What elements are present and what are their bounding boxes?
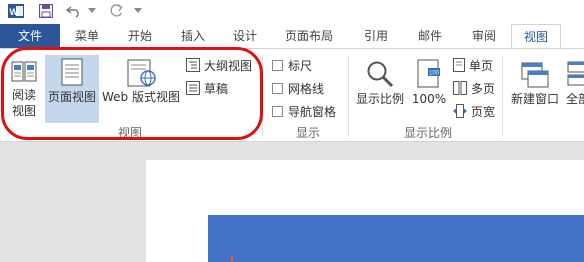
nav-pane-checkbox-box[interactable]	[272, 105, 283, 117]
tab-view[interactable]: 视图	[511, 24, 561, 48]
tab-file[interactable]: 文件	[0, 24, 60, 48]
zoom-group-label: 显示比例	[403, 126, 452, 140]
tab-insert[interactable]: 插入	[168, 24, 218, 48]
ruler-label: 标尺	[288, 58, 313, 73]
new-window-label: 新建窗口	[510, 92, 559, 106]
multi-page-label: 多页	[471, 81, 496, 96]
gridlines-label: 网格线	[288, 81, 325, 96]
new-window-icon	[508, 57, 562, 91]
chevron-down-icon[interactable]	[86, 2, 98, 20]
document-area[interactable]	[0, 142, 584, 262]
magnifier-icon	[353, 57, 407, 91]
content-block	[208, 215, 584, 262]
svg-text:100: 100	[429, 71, 440, 77]
zoom-100-button[interactable]: 100 100%	[409, 57, 449, 121]
tab-mailings[interactable]: 邮件	[405, 24, 455, 48]
one-page-label: 单页	[469, 58, 494, 73]
tab-review[interactable]: 审阅	[459, 24, 509, 48]
word-app-icon[interactable]: W	[6, 2, 26, 20]
nav-pane-checkbox[interactable]: 导航窗格	[272, 101, 336, 121]
group-separator	[502, 55, 503, 137]
undo-icon[interactable]	[64, 2, 84, 20]
tab-menu[interactable]: 菜单	[62, 24, 112, 48]
page-width-button[interactable]: 页宽	[453, 101, 495, 121]
gridlines-checkbox-box[interactable]	[272, 82, 283, 94]
arrange-all-icon	[564, 57, 584, 91]
multi-page-button[interactable]: 多页	[453, 78, 495, 98]
title-bar: W	[0, 0, 584, 24]
group-separator	[348, 55, 349, 137]
page-width-label: 页宽	[471, 104, 496, 119]
ribbon-tabs: 文件 菜单 开始 插入 设计 页面布局 引用 邮件 审阅 视图	[0, 24, 584, 48]
ruler-checkbox[interactable]: 标尺	[272, 55, 312, 75]
show-group-label: 显示	[295, 126, 320, 140]
arrange-all-button[interactable]: 全部	[564, 57, 584, 121]
svg-text:W: W	[10, 7, 19, 17]
redo-icon[interactable]	[106, 2, 126, 20]
save-icon[interactable]	[36, 2, 56, 20]
zoom-100-icon: 100	[409, 57, 449, 91]
tab-page-layout[interactable]: 页面布局	[277, 24, 341, 48]
page-width-icon	[453, 104, 467, 118]
ruler-checkbox-box[interactable]	[272, 59, 283, 71]
gridlines-checkbox[interactable]: 网格线	[272, 78, 324, 98]
nav-pane-label: 导航窗格	[288, 104, 337, 119]
tab-references[interactable]: 引用	[351, 24, 401, 48]
tab-home[interactable]: 开始	[115, 24, 165, 48]
arrange-all-label: 全部	[566, 92, 584, 106]
cursor-mark	[231, 256, 233, 262]
new-window-button[interactable]: 新建窗口	[508, 57, 562, 121]
one-page-button[interactable]: 单页	[453, 55, 493, 75]
zoom-100-label: 100%	[411, 92, 447, 106]
highlight-annotation	[1, 47, 263, 140]
one-page-icon	[453, 58, 465, 72]
multi-page-icon	[453, 81, 467, 95]
zoom-label: 显示比例	[355, 92, 404, 106]
document-page[interactable]	[146, 160, 584, 262]
customize-toolbar-icon[interactable]	[132, 2, 144, 20]
zoom-button[interactable]: 显示比例	[353, 57, 407, 121]
tab-design[interactable]: 设计	[220, 24, 270, 48]
